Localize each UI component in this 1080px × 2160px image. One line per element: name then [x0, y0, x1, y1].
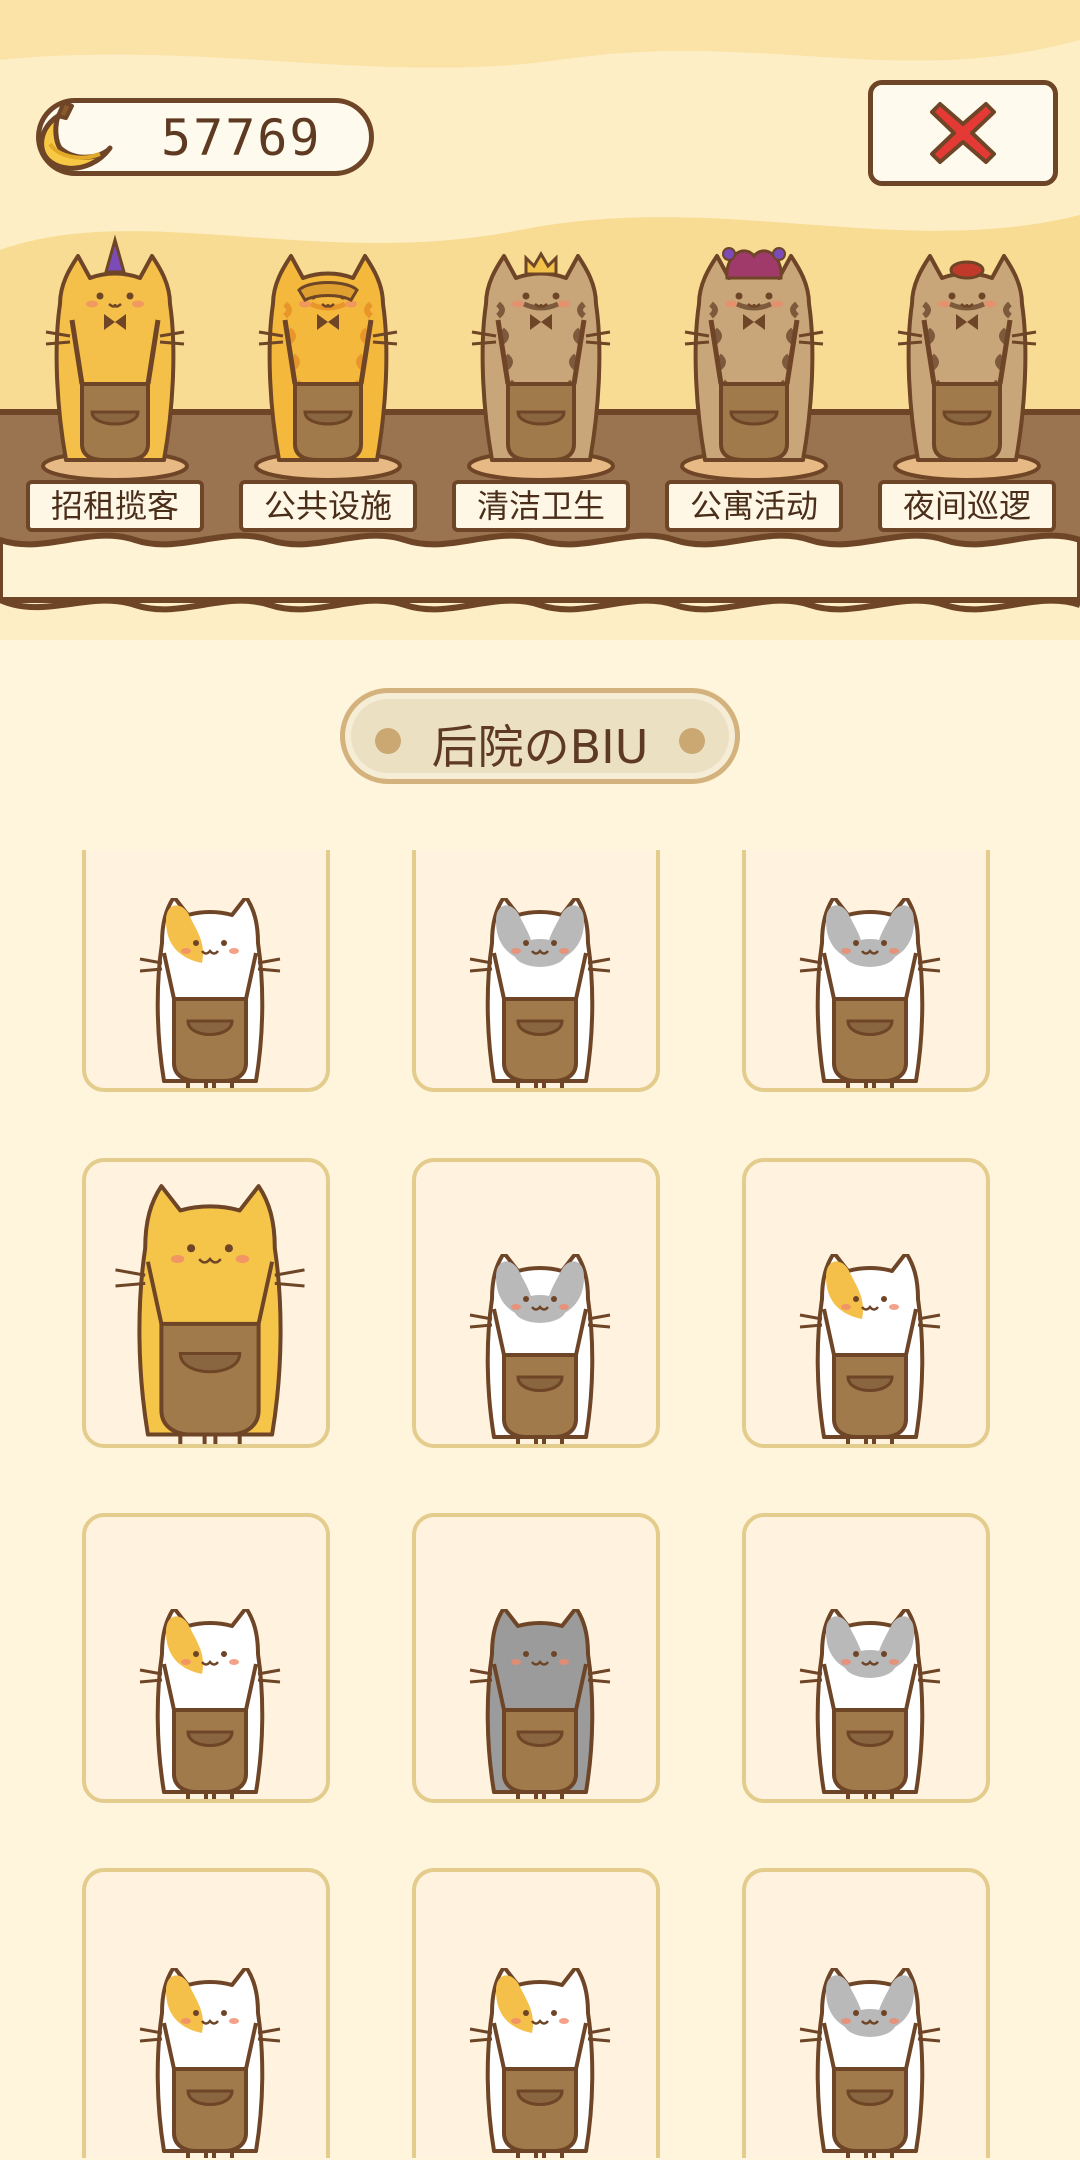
cat-icon	[139, 1609, 281, 1799]
cat-icon	[139, 1968, 281, 2158]
section-title: 后院のBIU	[340, 688, 740, 784]
cat-statue-icon	[254, 254, 402, 482]
cat-statue-icon	[893, 254, 1041, 482]
cat-icon	[799, 1968, 941, 2158]
cat-card[interactable]	[412, 850, 660, 1092]
statue-label: 公寓活动	[665, 480, 843, 532]
statue-2[interactable]: 公共设施	[239, 234, 417, 534]
cat-statue-icon	[467, 251, 615, 482]
cat-icon	[799, 1609, 941, 1799]
cat-icon	[469, 1968, 611, 2158]
cat-card[interactable]	[742, 1158, 990, 1448]
cat-icon	[139, 898, 281, 1088]
cat-card[interactable]	[82, 1158, 330, 1448]
section-title-text: 后院のBIU	[431, 720, 649, 774]
cat-card[interactable]	[82, 1868, 330, 2158]
cat-statue-icon	[41, 234, 189, 482]
statue-label: 清洁卫生	[452, 480, 630, 532]
cat-icon	[799, 898, 941, 1088]
cat-statue-icon	[680, 247, 828, 482]
statue-4[interactable]: 公寓活动	[665, 234, 843, 534]
cat-card[interactable]	[412, 1868, 660, 2158]
cat-icon	[799, 1254, 941, 1444]
cat-card[interactable]	[412, 1513, 660, 1803]
close-x-icon	[930, 102, 996, 164]
cat-card[interactable]	[82, 1513, 330, 1803]
statue-label: 公共设施	[239, 480, 417, 532]
cat-icon	[469, 898, 611, 1088]
statue-1[interactable]: 招租揽客	[26, 234, 204, 534]
statue-label: 夜间巡逻	[878, 480, 1056, 532]
statue-label: 招租揽客	[26, 480, 204, 532]
cat-icon	[469, 1254, 611, 1444]
statue-5[interactable]: 夜间巡逻	[878, 234, 1056, 534]
close-button[interactable]	[868, 80, 1058, 186]
cat-icon	[115, 1184, 305, 1444]
banana-icon	[39, 100, 113, 171]
cat-card[interactable]	[412, 1158, 660, 1448]
cat-card[interactable]	[742, 1513, 990, 1803]
cat-card[interactable]	[82, 850, 330, 1092]
banana-count: 57769	[161, 109, 322, 167]
cat-card[interactable]	[742, 850, 990, 1092]
cat-card[interactable]	[742, 1868, 990, 2158]
statue-3[interactable]: 清洁卫生	[452, 234, 630, 534]
title-dot-right	[679, 728, 705, 754]
cat-icon	[469, 1609, 611, 1799]
